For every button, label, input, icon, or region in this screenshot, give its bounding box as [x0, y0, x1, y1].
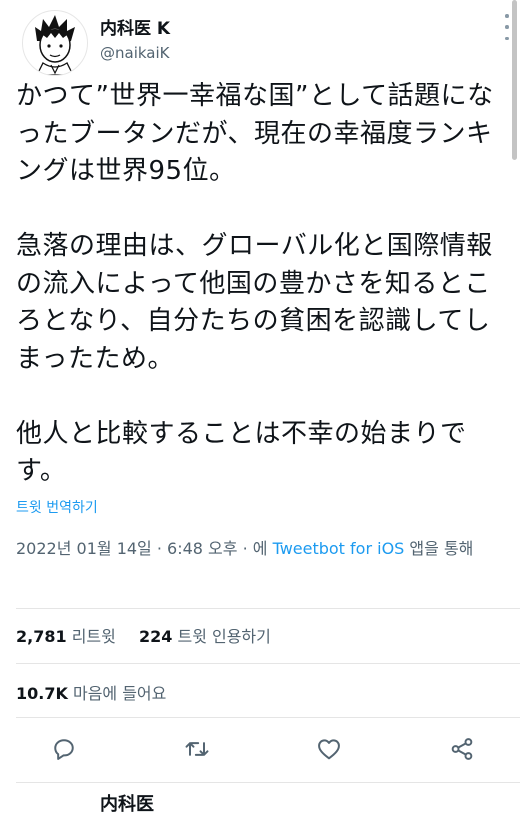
- tweet-paragraph: 他人と比較することは不幸の始まりです。: [16, 418, 467, 487]
- tweet-actions: [50, 735, 476, 763]
- retweet-count-link[interactable]: 2,781 리트윗: [16, 627, 116, 646]
- tweet-text: かつて”世界一幸福な国”として話題になったブータンだが、現在の幸福度ランキングは…: [16, 78, 512, 491]
- quote-count-link[interactable]: 224 트윗 인용하기: [139, 627, 271, 646]
- like-count-link[interactable]: 10.7K 마음에 들어요: [16, 684, 166, 703]
- retweet-icon[interactable]: [183, 735, 211, 763]
- reply-icon[interactable]: [50, 735, 78, 763]
- tweet-paragraph: かつて”世界一幸福な国”として話題になったブータンだが、現在の幸福度ランキングは…: [16, 81, 494, 186]
- translate-tweet-link[interactable]: 트윗 번역하기: [16, 497, 98, 517]
- tweet-paragraph: 急落の理由は、グローバル化と国際情報の流入によって他国の豊かさを知るところとなり…: [16, 231, 493, 374]
- divider: [16, 608, 520, 609]
- tweet-timestamp[interactable]: 2022년 01월 14일 · 6:48 오후 · 에: [16, 539, 267, 558]
- tweet-header: 内科医 K @naikaiK: [22, 10, 512, 76]
- engagement-stats: 2,781 리트윗 224 트윗 인용하기: [16, 623, 271, 647]
- likes-stats: 10.7K 마음에 들어요: [16, 680, 166, 704]
- divider: [16, 663, 520, 664]
- tweet-meta: 2022년 01월 14일 · 6:48 오후 · 에 Tweetbot for…: [16, 535, 506, 563]
- like-icon[interactable]: [315, 735, 343, 763]
- user-handle[interactable]: @naikaiK: [100, 44, 170, 62]
- avatar-illustration: [35, 15, 75, 75]
- divider: [16, 782, 520, 783]
- tweet-client-suffix: 앱을 통해: [409, 539, 474, 558]
- share-icon[interactable]: [448, 735, 476, 763]
- divider: [16, 717, 520, 718]
- scrollbar[interactable]: [512, 0, 517, 160]
- avatar[interactable]: [22, 10, 88, 76]
- more-options-icon[interactable]: [502, 14, 512, 40]
- next-tweet-author: 内科医: [100, 794, 154, 815]
- display-name[interactable]: 内科医 K: [100, 14, 170, 39]
- tweet-client-link[interactable]: Tweetbot for iOS: [273, 539, 405, 558]
